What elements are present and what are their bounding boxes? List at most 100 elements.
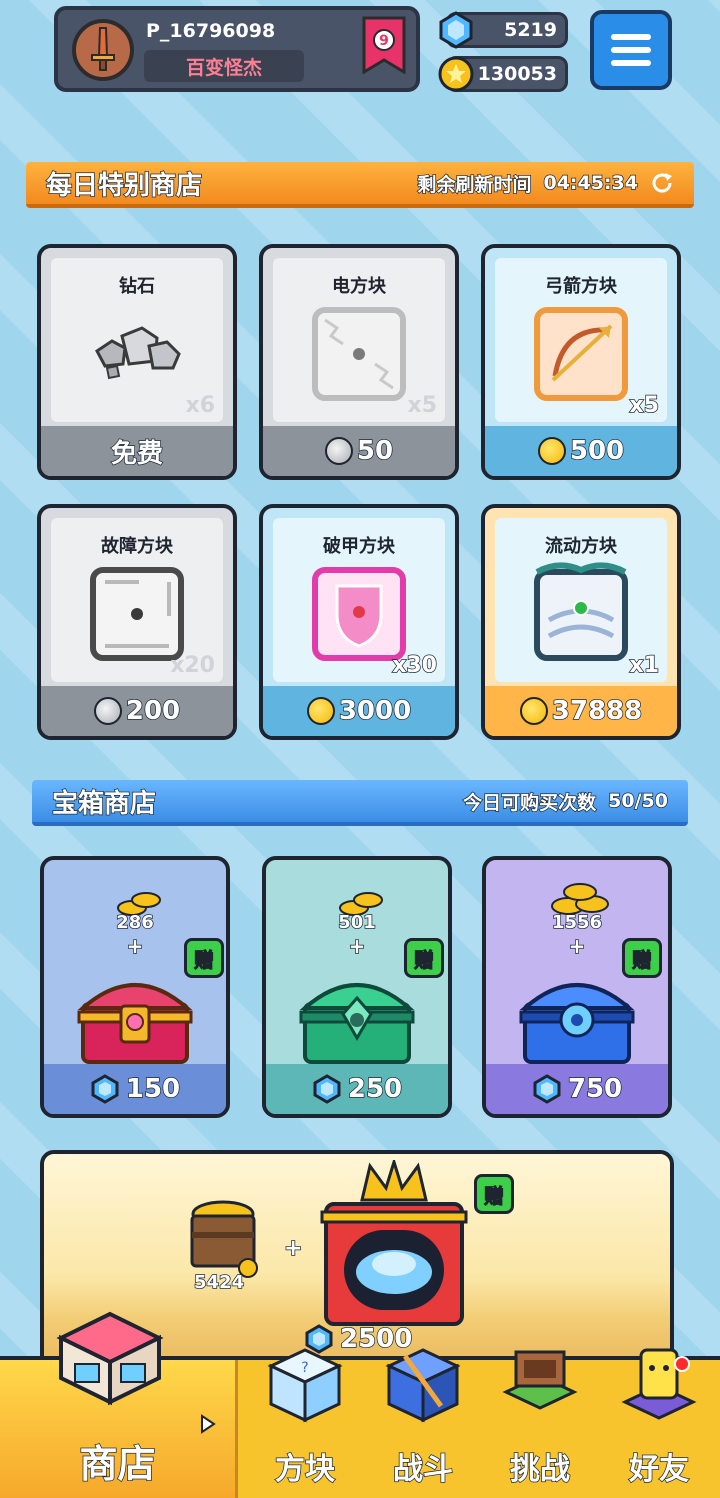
item-price: 200	[125, 695, 181, 727]
price-tag: 200	[41, 686, 233, 736]
gift-badge: 赠	[474, 1174, 514, 1214]
menu-button[interactable]	[590, 10, 672, 90]
red-chest-icon	[77, 983, 193, 1064]
challenge-icon	[502, 1350, 578, 1410]
item-qty: x1	[629, 652, 660, 679]
chest-card-green[interactable]: 501 + 赠 250	[262, 856, 452, 1118]
item-price: 500	[569, 435, 625, 467]
avatar	[72, 19, 134, 81]
glitch-block-icon	[90, 567, 184, 661]
coin-cart-icon	[190, 1200, 258, 1278]
rank-level: 9	[379, 33, 389, 49]
sword-icon	[91, 27, 115, 71]
price-tag: 750	[486, 1064, 668, 1114]
player-id: P_16796098	[146, 20, 276, 42]
nav-blocks-tab[interactable]: ? 方块	[244, 1348, 366, 1498]
notification-dot	[674, 1356, 690, 1372]
gem-icon	[91, 1074, 119, 1104]
daily-shop-banner: 每日特别商店 剩余刷新时间 04:45:34	[26, 162, 694, 208]
coin-amount: 130053	[477, 63, 557, 85]
nav-battle-tab[interactable]: 战斗	[362, 1348, 484, 1498]
coin-icon	[438, 56, 474, 92]
price-tag: 3000	[263, 686, 455, 736]
item-name: 流动方块	[545, 536, 617, 557]
shop-item-flow-block[interactable]: 流动方块 x1 37888	[481, 504, 681, 740]
rocks-icon	[95, 326, 181, 380]
svg-text:?: ?	[301, 1360, 308, 1376]
green-chest-icon	[299, 983, 415, 1064]
item-price: 免费	[110, 438, 164, 470]
item-price: 50	[356, 435, 394, 467]
item-qty: x30	[391, 652, 437, 679]
shop-item-glitch-block[interactable]: 故障方块 x20 200	[37, 504, 237, 740]
chest-shop-banner: 宝箱商店 今日可购买次数 50/50	[32, 780, 688, 826]
nav-challenge-tab[interactable]: 挑战	[480, 1350, 600, 1498]
plus-sign: +	[283, 1235, 303, 1262]
gold-coin-icon	[537, 437, 566, 465]
gem-amount: 5219	[504, 19, 557, 41]
big-offer-coin-amount: 5424	[193, 1271, 245, 1294]
shop-item-armor-break-block[interactable]: 破甲方块 x30 3000	[259, 504, 459, 740]
refresh-icon[interactable]	[650, 171, 674, 195]
gem-icon	[533, 1074, 561, 1104]
player-profile[interactable]: P_16796098 百变怪杰 9	[54, 6, 420, 92]
nav-friends-tab[interactable]: 好友	[598, 1348, 720, 1498]
shop-item-diamond[interactable]: 钻石 x6 免费	[37, 244, 237, 480]
item-qty: x20	[170, 653, 215, 678]
battle-icon	[385, 1348, 461, 1423]
item-price: 37888	[551, 695, 643, 727]
chest-price: 250	[347, 1073, 403, 1105]
chest-card-red[interactable]: 286 + 赠 150	[40, 856, 230, 1118]
shop-item-electric-block[interactable]: 电方块 x5 50	[259, 244, 459, 480]
shop-icon	[56, 1311, 164, 1406]
blue-chest-icon	[519, 983, 635, 1064]
nav-blocks-label: 方块	[274, 1451, 336, 1488]
royal-chest-icon	[320, 1160, 468, 1326]
player-title: 百变怪杰	[144, 50, 304, 82]
daily-shop-title: 每日特别商店	[45, 170, 203, 202]
item-qty: x6	[185, 393, 216, 418]
item-name: 故障方块	[101, 536, 173, 557]
chest-coin-amount: 1556	[551, 911, 603, 934]
nav-friends-label: 好友	[628, 1451, 690, 1488]
item-name: 弓箭方块	[545, 276, 617, 297]
chest-card-blue[interactable]: 1556 + 赠 750	[482, 856, 672, 1118]
armor-break-block-icon	[312, 567, 406, 661]
gold-coin-icon	[306, 697, 335, 725]
item-name: 破甲方块	[323, 536, 395, 557]
price-tag: 免费	[41, 426, 233, 476]
rank-badge-icon: 9	[362, 16, 406, 74]
gem-icon	[313, 1074, 341, 1104]
nav-battle-label: 战斗	[392, 1451, 454, 1488]
arrow-right-icon	[201, 1414, 216, 1434]
gem-counter[interactable]: 5219	[439, 11, 568, 49]
purchases-label: 今日可购买次数	[462, 791, 597, 815]
blocks-icon: ?	[267, 1348, 343, 1423]
chest-price: 150	[125, 1073, 181, 1105]
nav-challenge-label: 挑战	[509, 1451, 571, 1488]
shop-item-bow-block[interactable]: 弓箭方块 x5 500	[481, 244, 681, 480]
nav-shop-label: 商店	[79, 1441, 157, 1487]
gem-icon	[439, 11, 473, 49]
electric-block-icon	[312, 307, 406, 401]
bow-block-icon	[534, 307, 628, 401]
price-tag: 500	[485, 426, 677, 476]
coin-counter[interactable]: 130053	[438, 56, 568, 92]
item-name: 电方块	[332, 276, 386, 297]
chest-shop-title: 宝箱商店	[51, 788, 157, 820]
gold-coin-icon	[519, 697, 548, 725]
flow-block-icon	[534, 562, 628, 661]
nav-shop-tab[interactable]: 商店	[0, 1311, 238, 1498]
price-tag: 150	[44, 1064, 226, 1114]
chest-coin-amount: 286	[115, 911, 154, 934]
item-qty: x5	[629, 392, 660, 419]
purchases-value: 50/50	[607, 789, 668, 813]
item-price: 3000	[338, 695, 412, 727]
item-qty: x5	[407, 393, 438, 418]
refresh-label: 剩余刷新时间	[417, 173, 533, 197]
price-tag: 37888	[485, 686, 677, 736]
menu-icon	[611, 34, 651, 40]
refresh-time: 04:45:34	[543, 171, 639, 195]
silver-coin-icon	[324, 437, 353, 465]
chest-coin-amount: 501	[337, 911, 376, 934]
